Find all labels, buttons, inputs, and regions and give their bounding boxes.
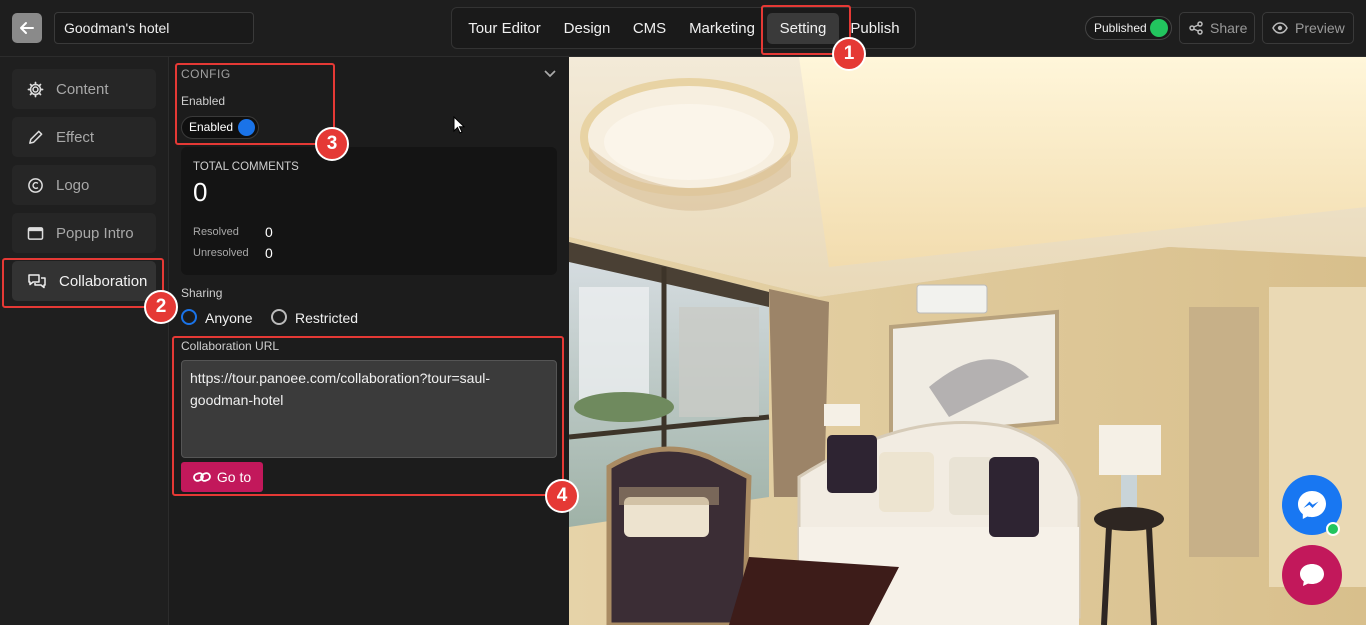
sidebar-item-effect[interactable]: Effect xyxy=(12,117,156,157)
resolved-value: 0 xyxy=(265,224,273,240)
messenger-icon xyxy=(1298,491,1326,519)
panorama-preview[interactable] xyxy=(569,57,1366,625)
online-indicator xyxy=(1326,522,1340,536)
annotation-box-3 xyxy=(175,63,335,145)
arrow-left-icon xyxy=(20,22,34,34)
annotation-badge-2: 2 xyxy=(144,290,178,324)
sidebar-item-logo[interactable]: Logo xyxy=(12,165,156,205)
chat-bubble-icon xyxy=(1300,564,1324,586)
published-label: Published xyxy=(1094,21,1147,35)
sharing-restricted-radio[interactable] xyxy=(271,309,287,325)
top-bar: Goodman's hotel Tour Editor Design CMS M… xyxy=(0,0,1366,57)
annotation-badge-1: 1 xyxy=(832,37,866,71)
sidebar-item-label: Effect xyxy=(56,128,95,146)
live-chat-button[interactable] xyxy=(1282,545,1342,605)
comments-stats-card: TOTAL COMMENTS 0 Resolved 0 Unresolved 0 xyxy=(181,147,557,275)
resolved-label: Resolved xyxy=(193,226,239,238)
tab-design[interactable]: Design xyxy=(557,13,617,44)
sharing-label: Sharing xyxy=(181,286,223,300)
gear-icon xyxy=(27,81,44,97)
sidebar-item-label: Popup Intro xyxy=(56,224,134,242)
sidebar-item-content[interactable]: Content xyxy=(12,69,156,109)
window-icon xyxy=(27,226,44,240)
annotation-box-2 xyxy=(2,258,164,308)
pencil-icon xyxy=(29,130,43,144)
published-indicator xyxy=(1150,19,1168,37)
copyright-icon xyxy=(28,177,43,193)
total-comments-value: 0 xyxy=(193,177,208,207)
sharing-anyone-radio[interactable] xyxy=(181,309,197,325)
sidebar-item-label: Content xyxy=(56,80,109,98)
chevron-down-icon[interactable] xyxy=(543,69,557,79)
tab-cms[interactable]: CMS xyxy=(627,13,672,44)
back-button[interactable] xyxy=(12,13,42,43)
eye-icon xyxy=(1272,22,1288,34)
preview-button[interactable]: Preview xyxy=(1262,12,1354,44)
share-label: Share xyxy=(1210,20,1248,36)
annotation-badge-4: 4 xyxy=(545,479,579,513)
preview-label: Preview xyxy=(1295,20,1345,36)
total-comments-label: TOTAL COMMENTS xyxy=(193,161,299,173)
tab-tour-editor[interactable]: Tour Editor xyxy=(462,13,547,44)
tour-title-input[interactable]: Goodman's hotel xyxy=(54,12,254,44)
unresolved-label: Unresolved xyxy=(193,247,249,259)
settings-sidebar: Content Effect Logo Popup Intro Collabor… xyxy=(0,57,169,625)
room-photo xyxy=(569,57,1366,625)
share-button[interactable]: Share xyxy=(1179,12,1255,44)
share-icon xyxy=(1189,21,1203,35)
sidebar-item-popup-intro[interactable]: Popup Intro xyxy=(12,213,156,253)
sharing-anyone-label[interactable]: Anyone xyxy=(205,310,252,326)
unresolved-value: 0 xyxy=(265,245,273,261)
mouse-cursor-icon xyxy=(453,116,465,134)
sidebar-item-label: Logo xyxy=(56,176,90,194)
published-toggle[interactable]: Published xyxy=(1085,16,1172,40)
annotation-box-4 xyxy=(172,336,564,496)
annotation-badge-3: 3 xyxy=(315,127,349,161)
tab-marketing[interactable]: Marketing xyxy=(682,13,762,44)
sharing-restricted-label[interactable]: Restricted xyxy=(295,310,358,326)
